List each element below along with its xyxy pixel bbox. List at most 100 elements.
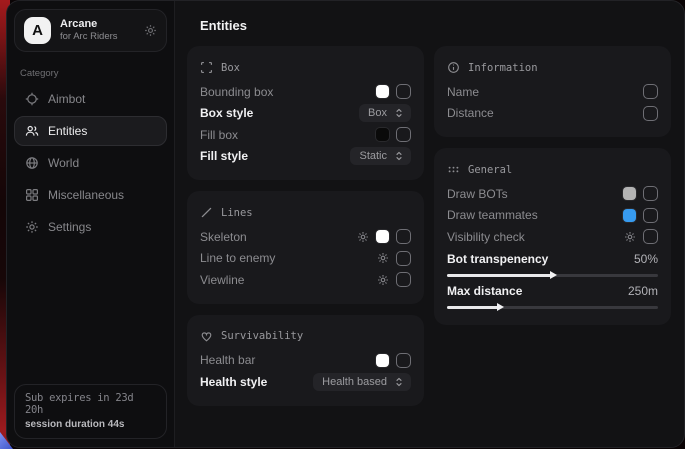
bounding-box-color-swatch[interactable] [376,85,389,98]
line-icon [200,206,213,219]
visibility-check-checkbox[interactable] [643,229,658,244]
select-value: Static [359,150,387,162]
sidebar-item-aimbot[interactable]: Aimbot [14,84,167,114]
row-health-style: Health style Health based [200,371,411,393]
card-box: Box Bounding box Box style [187,46,424,180]
row-draw-teammates: Draw teammates [447,205,658,227]
slider-fill [447,306,500,309]
setting-label: Draw teammates [447,208,623,222]
draw-bots-color-swatch[interactable] [623,187,636,200]
info-icon [447,61,460,74]
fill-style-select[interactable]: Static [350,147,411,165]
setting-label: Bot transpenency [447,252,634,266]
setting-label: Viewline [200,273,377,287]
card-lines: Lines Skeleton [187,191,424,304]
screen: A Arcane for Arc Riders Category [0,0,685,449]
skeleton-color-swatch[interactable] [376,230,389,243]
slider-fill [447,274,553,277]
setting-label: Skeleton [200,230,357,244]
row-draw-bots: Draw BOTs [447,183,658,205]
row-bot-transpenency: Bot transpenency 50% [447,248,658,280]
name-checkbox[interactable] [643,84,658,99]
gear-icon[interactable] [377,252,389,264]
sidebar: A Arcane for Arc Riders Category [7,1,175,447]
slider-thumb[interactable] [550,271,557,279]
subscription-info: Sub expires in 23d 20h session duration … [14,384,167,439]
health-bar-checkbox[interactable] [396,353,411,368]
chevrons-up-down-icon [394,377,404,387]
slider-value: 50% [634,252,658,266]
cheat-menu-window: A Arcane for Arc Riders Category [6,0,685,448]
brand-text: Arcane for Arc Riders [60,18,118,44]
row-bounding-box: Bounding box [200,81,411,103]
distance-checkbox[interactable] [643,106,658,121]
card-title: General [468,164,512,176]
sidebar-item-miscellaneous[interactable]: Miscellaneous [14,180,167,210]
brand-header: A Arcane for Arc Riders [14,9,167,52]
draw-bots-checkbox[interactable] [643,186,658,201]
draw-teammates-color-swatch[interactable] [623,209,636,222]
gear-icon [25,220,39,234]
page-title: Entities [175,1,684,46]
session-duration-text: session duration 44s [25,419,156,430]
crosshair-icon [25,92,39,106]
setting-label: Visibility check [447,230,624,244]
row-fill-style: Fill style Static [200,146,411,168]
gear-icon[interactable] [144,24,157,37]
row-distance: Distance [447,103,658,125]
layout-grid-icon [25,188,39,202]
brand-title: Arcane [60,18,118,32]
sidebar-item-settings[interactable]: Settings [14,212,167,242]
brand-subtitle: for Arc Riders [60,31,118,43]
row-box-style: Box style Box [200,103,411,125]
line-to-enemy-checkbox[interactable] [396,251,411,266]
sidebar-item-world[interactable]: World [14,148,167,178]
slider-value: 250m [628,284,658,298]
main-panel: Entities Box [175,1,684,447]
card-columns: Box Bounding box Box style [175,46,684,406]
setting-label: Max distance [447,284,628,298]
left-column: Box Bounding box Box style [187,46,424,406]
chevrons-up-down-icon [394,151,404,161]
row-visibility-check: Visibility check [447,226,658,248]
heart-icon [200,330,213,343]
row-line-to-enemy: Line to enemy [200,248,411,270]
sidebar-item-entities[interactable]: Entities [14,116,167,146]
grid-dots-icon [447,163,460,176]
card-information: Information Name Distance [434,46,671,137]
sub-expiry-text: Sub expires in 23d 20h [25,392,156,416]
setting-label: Fill style [200,149,350,163]
users-icon [25,124,39,138]
skeleton-checkbox[interactable] [396,229,411,244]
health-bar-color-swatch[interactable] [376,354,389,367]
setting-label: Health style [200,375,313,389]
fill-box-checkbox[interactable] [396,127,411,142]
health-style-select[interactable]: Health based [313,373,411,391]
gear-icon[interactable] [357,231,369,243]
row-health-bar: Health bar [200,350,411,372]
row-fill-box: Fill box [200,124,411,146]
card-header: Lines [200,199,411,226]
setting-label: Draw BOTs [447,187,623,201]
sidebar-item-label: Aimbot [48,92,85,106]
bounding-box-checkbox[interactable] [396,84,411,99]
slider-thumb[interactable] [497,303,504,311]
select-value: Box [368,107,387,119]
sidebar-item-label: Settings [48,220,91,234]
card-general: General Draw BOTs Draw teammates [434,148,671,325]
gear-icon[interactable] [377,274,389,286]
fill-box-color-swatch[interactable] [376,128,389,141]
max-distance-slider[interactable] [447,306,658,309]
category-label: Category [20,68,161,79]
draw-teammates-checkbox[interactable] [643,208,658,223]
gear-icon[interactable] [624,231,636,243]
card-survivability: Survivability Health bar Health style [187,315,424,406]
setting-label: Fill box [200,128,376,142]
select-value: Health based [322,376,387,388]
sidebar-item-label: Miscellaneous [48,188,124,202]
setting-label: Distance [447,106,643,120]
card-title: Survivability [221,330,303,342]
bot-transpenency-slider[interactable] [447,274,658,277]
box-style-select[interactable]: Box [359,104,411,122]
viewline-checkbox[interactable] [396,272,411,287]
